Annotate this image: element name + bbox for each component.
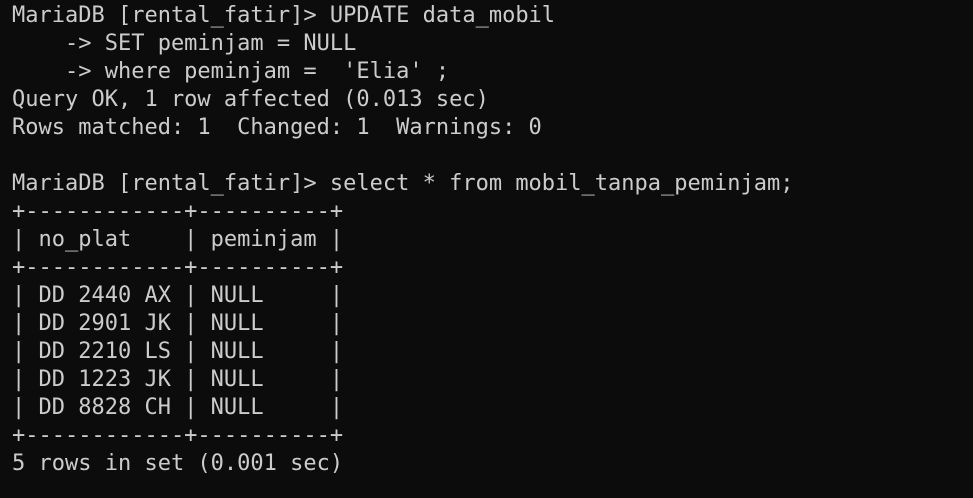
- query-ok-line: Query OK, 1 row affected (0.013 sec): [12, 87, 489, 112]
- table-row: | DD 2901 JK | NULL |: [12, 311, 344, 336]
- continuation-set-line: -> SET peminjam = NULL: [12, 31, 357, 56]
- table-row: | DD 2440 AX | NULL |: [12, 283, 344, 308]
- table-row: | DD 8828 CH | NULL |: [12, 395, 344, 420]
- continuation-where-line: -> where peminjam = 'Elia' ;: [12, 59, 450, 84]
- rows-in-set-line: 5 rows in set (0.001 sec): [12, 451, 344, 476]
- table-border-header: +------------+----------+: [12, 255, 344, 280]
- table-header-row: | no_plat | peminjam |: [12, 227, 344, 252]
- table-border-top: +------------+----------+: [12, 199, 344, 224]
- terminal-window[interactable]: MariaDB [rental_fatir]> UPDATE data_mobi…: [0, 0, 973, 498]
- table-border-bottom: +------------+----------+: [12, 423, 344, 448]
- table-row: | DD 1223 JK | NULL |: [12, 367, 344, 392]
- prompt-update-line: MariaDB [rental_fatir]> UPDATE data_mobi…: [12, 3, 556, 28]
- table-row: | DD 2210 LS | NULL |: [12, 339, 344, 364]
- rows-matched-line: Rows matched: 1 Changed: 1 Warnings: 0: [12, 115, 542, 140]
- prompt-select-line: MariaDB [rental_fatir]> select * from mo…: [12, 171, 794, 196]
